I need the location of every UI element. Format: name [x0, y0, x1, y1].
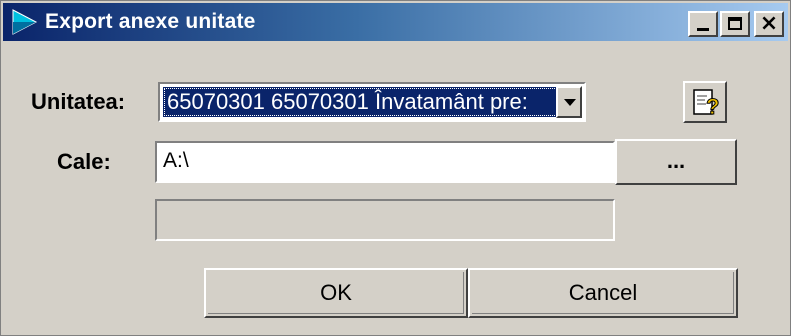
help-document-icon: ? [693, 89, 720, 118]
ok-button[interactable]: OK [204, 268, 468, 318]
cancel-button[interactable]: Cancel [468, 268, 738, 318]
maximize-icon [728, 17, 742, 30]
window-title: Export anexe unitate [45, 10, 256, 33]
path-input[interactable]: A:\ [155, 141, 615, 183]
path-label: Cale: [57, 149, 111, 174]
minimize-button[interactable] [688, 11, 718, 37]
help-button[interactable]: ? [683, 81, 727, 123]
browse-button-label: ... [666, 148, 686, 173]
chevron-down-icon [564, 99, 576, 106]
maximize-button[interactable] [720, 11, 750, 37]
path-input-value: A:\ [163, 149, 189, 172]
browse-button[interactable]: ... [615, 139, 737, 185]
close-button[interactable]: × [754, 11, 784, 37]
unit-dropdown-button[interactable] [556, 86, 582, 118]
unit-combobox[interactable]: 65070301 65070301 Învatamânt pre: [158, 82, 586, 122]
minimize-icon [697, 28, 709, 31]
svg-text:?: ? [706, 94, 719, 118]
dialog-window: Export anexe unitate × Unitatea: 6507030… [0, 0, 791, 336]
progress-field [155, 199, 615, 241]
title-bar[interactable]: Export anexe unitate × [3, 3, 788, 41]
arrow-triangle-icon [9, 7, 39, 37]
unit-selected-value[interactable]: 65070301 65070301 Învatamânt pre: [163, 87, 558, 117]
close-icon: × [759, 11, 779, 36]
unit-label: Unitatea: [31, 89, 126, 114]
